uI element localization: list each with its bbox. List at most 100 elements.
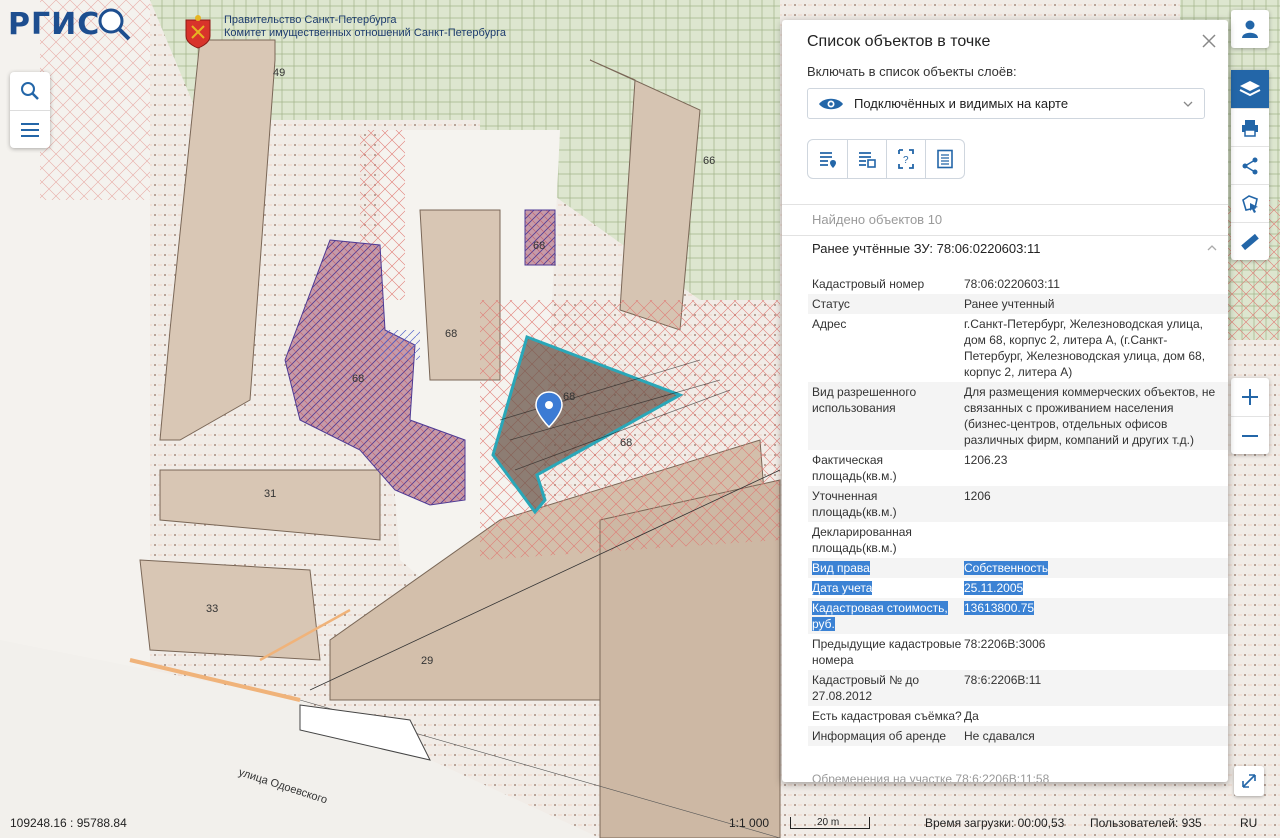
zoom-out-icon [1242, 434, 1258, 437]
attribute-key: Есть кадастровая съёмка? [808, 708, 964, 724]
attribute-row: Дата учета 25.11.2005 [808, 578, 1228, 598]
zoom-in-button[interactable] [1231, 378, 1269, 416]
map-label-68a: 68 [533, 240, 545, 252]
attribute-key-text: Есть кадастровая съёмка? [812, 709, 962, 723]
chevron-up-icon[interactable] [1206, 242, 1218, 254]
select-icon [1242, 194, 1258, 213]
ruler-icon [1241, 233, 1259, 250]
zoom-out-button[interactable] [1231, 416, 1269, 454]
attribute-value: г.Санкт-Петербург, Железноводская улица,… [964, 316, 1218, 380]
attribute-key-text: Декларированная площадь(кв.м.) [812, 525, 912, 555]
search-button[interactable] [10, 72, 50, 110]
attribute-key-text: Вид права [812, 561, 870, 575]
expand-button[interactable] [1234, 766, 1264, 796]
attribute-row: Кадастровый № до 27.08.2012 78:6:2206В:11 [808, 670, 1228, 706]
menu-button[interactable] [10, 110, 50, 148]
attribute-row: Адрес г.Санкт-Петербург, Железноводская у… [808, 314, 1228, 382]
attribute-key: Кадастровая стоимость, руб. [808, 600, 964, 632]
attribute-key: Фактическая площадь(кв.м.) [808, 452, 964, 484]
attribute-value: 25.11.2005 [964, 580, 1218, 596]
attribute-key: Декларированная площадь(кв.м.) [808, 524, 964, 556]
rgis-logo[interactable]: РГИС [8, 6, 132, 42]
map-label-68b: 68 [445, 328, 457, 340]
attribute-row: Уточненная площадь(кв.м.) 1206 [808, 486, 1228, 522]
attribute-key-text: Кадастровый номер [812, 277, 925, 291]
zoom-controls [1231, 378, 1269, 454]
attribute-value-text: 25.11.2005 [964, 581, 1024, 595]
attribute-value: Да [964, 708, 1218, 724]
attribute-row: Статус Ранее учтенный [808, 294, 1228, 314]
attribute-value-text: Ранее учтенный [964, 297, 1055, 311]
print-button[interactable] [1231, 108, 1269, 146]
gov-line2: Комитет имущественных отношений Санкт-Пе… [224, 27, 506, 39]
attribute-key-text: Предыдущие кадастровые номера [812, 637, 962, 667]
layers-button[interactable] [1231, 70, 1269, 108]
attribute-value-text: 1206.23 [964, 453, 1008, 467]
attribute-key: Уточненная площадь(кв.м.) [808, 488, 964, 520]
load-time: Время загрузки: 00:00,53 [925, 816, 1065, 830]
user-button[interactable] [1231, 10, 1269, 48]
attribute-value-text: Да [964, 709, 979, 723]
divider [782, 204, 1228, 205]
attribute-value: 1206.23 [964, 452, 1218, 484]
svg-text:?: ? [903, 155, 909, 166]
info-frame-icon: ? [898, 149, 914, 169]
attribute-key-text: Дата учета [812, 581, 873, 595]
attribute-row: Предыдущие кадастровые номера 78:2206В:30… [808, 634, 1228, 670]
left-toolbar [10, 72, 50, 148]
map-label-49: 49 [273, 67, 285, 79]
map-label-31: 31 [264, 488, 276, 500]
include-label: Включать в список объекты слоёв: [807, 64, 1017, 79]
attribute-key: Предыдущие кадастровые номера [808, 636, 964, 668]
partial-row: Обременения на участке 78:6:2206В:11:58 [812, 772, 1050, 782]
attribute-value: Собственность [964, 560, 1218, 576]
layer-select[interactable]: Подключённых и видимых на карте [807, 88, 1205, 119]
list-with-pin-button[interactable] [808, 140, 847, 178]
attribute-value-text: Собственность [964, 561, 1049, 575]
attribute-value: Не сдавался [964, 728, 1218, 744]
info-frame-button[interactable]: ? [886, 140, 925, 178]
share-button[interactable] [1231, 146, 1269, 184]
map-label-68c: 68 [352, 373, 364, 385]
map-label-29: 29 [421, 655, 433, 667]
attribute-row: Вид разрешенного использования Для размещ… [808, 382, 1228, 450]
attribute-key: Кадастровый номер [808, 276, 964, 292]
gov-header: Правительство Санкт-Петербурга Комитет и… [182, 14, 506, 50]
users-count: Пользователей: 935 [1090, 816, 1202, 830]
objects-panel: Список объектов в точке Включать в списо… [782, 20, 1228, 782]
attribute-value: 78:2206В:3006 [964, 636, 1218, 668]
eye-icon [819, 98, 843, 109]
map-label-68e: 68 [620, 437, 632, 449]
select-area-button[interactable] [1231, 184, 1269, 222]
attribute-value: 78:06:0220603:11 [964, 276, 1218, 292]
attribute-value: 78:6:2206В:11 [964, 672, 1218, 704]
attribute-key: Информация об аренде [808, 728, 964, 744]
attribute-row: Декларированная площадь(кв.м.) [808, 522, 1228, 558]
attribute-value-text: 78:6:2206В:11 [964, 673, 1042, 687]
user-icon [1242, 20, 1258, 38]
object-title[interactable]: Ранее учтённые ЗУ: 78:06:0220603:11 [812, 241, 1040, 256]
attribute-value-text: Не сдавался [964, 729, 1035, 743]
logo-magnifier-icon [98, 8, 131, 41]
attribute-value-text: г.Санкт-Петербург, Железноводская улица,… [964, 317, 1206, 379]
attribute-row: Информация об аренде Не сдавался [808, 726, 1228, 746]
map-toolbar [1231, 70, 1269, 260]
menu-icon [21, 122, 39, 137]
attribute-key: Вид права [808, 560, 964, 576]
document-button[interactable] [925, 140, 964, 178]
spb-emblem-icon [185, 15, 211, 49]
attribute-value [964, 524, 1218, 556]
attribute-value: Для размещения коммерческих объектов, не… [964, 384, 1218, 448]
attribute-key-text: Вид разрешенного использования [812, 385, 917, 415]
measure-button[interactable] [1231, 222, 1269, 260]
attribute-value: 1206 [964, 488, 1218, 520]
attribute-key: Дата учета [808, 580, 964, 596]
view-mode-group: ? [807, 139, 965, 179]
list-with-square-button[interactable] [847, 140, 886, 178]
attribute-value: 13613800.75 [964, 600, 1218, 632]
language-switch[interactable]: RU [1240, 816, 1257, 830]
map-label-66: 66 [703, 155, 715, 167]
logo-text: РГИС [8, 6, 101, 42]
close-icon[interactable] [1200, 32, 1218, 50]
attribute-row: Есть кадастровая съёмка? Да [808, 706, 1228, 726]
